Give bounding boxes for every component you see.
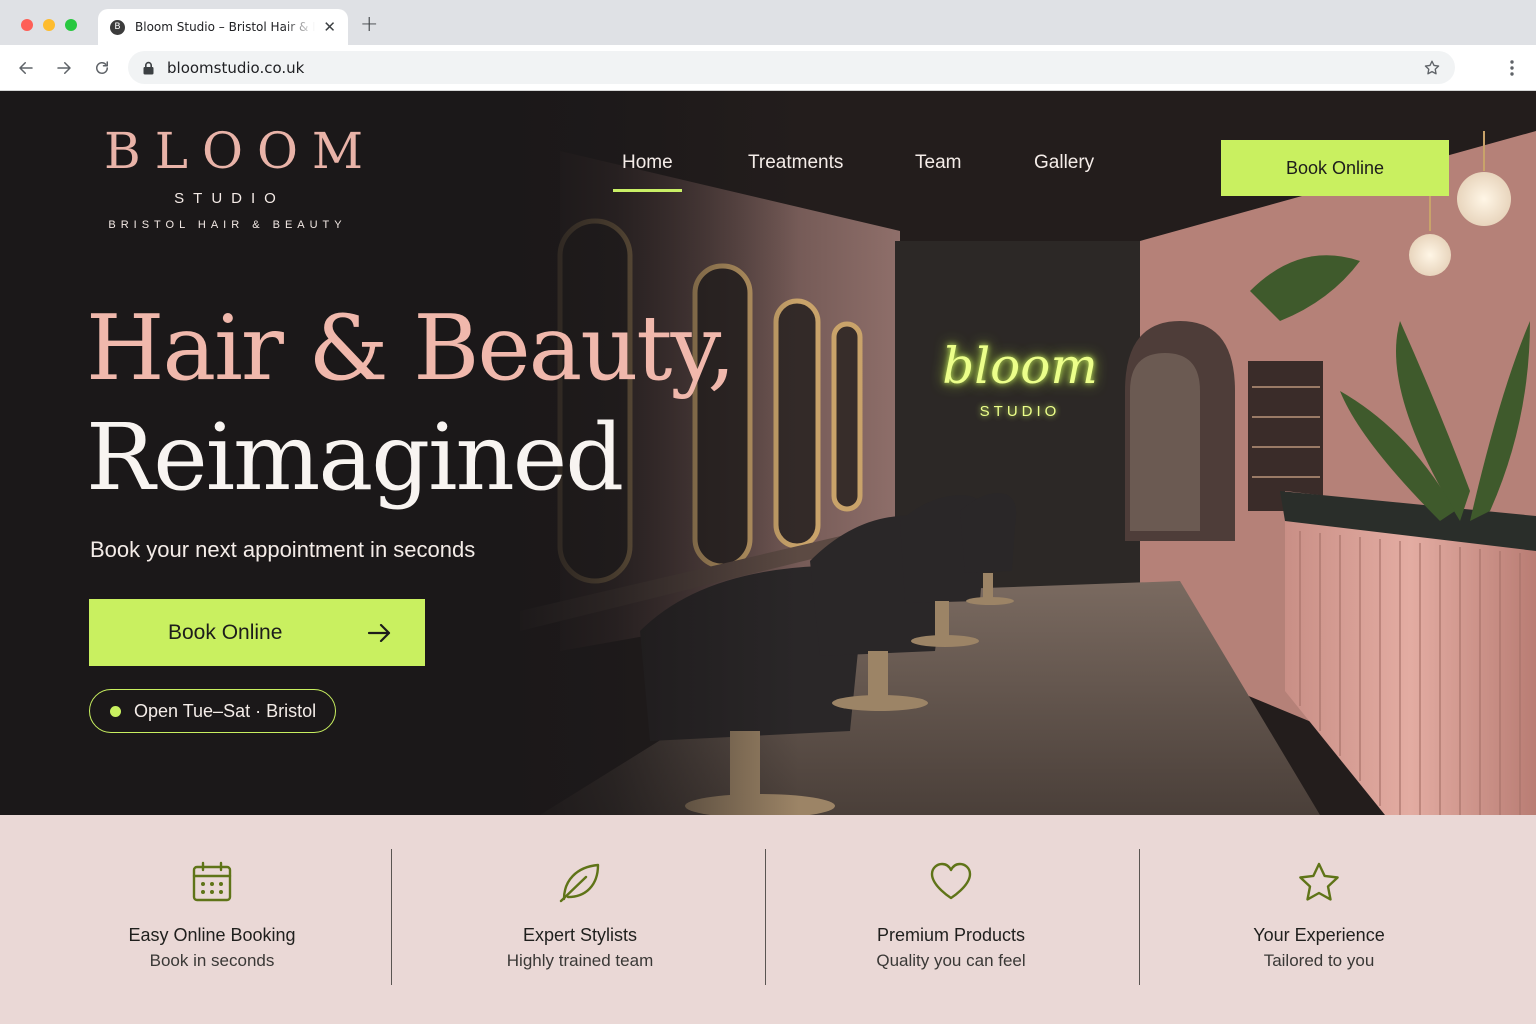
feature-description: Quality you can feel: [876, 951, 1026, 970]
star-icon[interactable]: [1423, 59, 1441, 77]
feature-title: Easy Online Booking: [128, 925, 296, 945]
feature-divider: [765, 849, 766, 985]
neon-sign-script: bloom: [942, 337, 1098, 395]
feature-your-experience: Your Experience Tailored to you: [1139, 815, 1499, 1024]
url-text[interactable]: bloomstudio.co.uk: [167, 59, 304, 77]
star-icon: [1299, 862, 1339, 901]
logo-tagline: BRISTOL HAIR & BEAUTY: [108, 219, 347, 231]
hero-subheading: Book your next appointment in seconds: [90, 537, 476, 562]
forward-icon[interactable]: [52, 56, 76, 80]
status-text: Open Tue–Sat · Bristol: [134, 700, 317, 721]
feature-expert-stylists: Expert Stylists Highly trained team: [400, 815, 760, 1024]
feature-divider: [391, 849, 392, 985]
brand-logo[interactable]: BLOOM STUDIO BRISTOL HAIR & BEAUTY: [90, 122, 378, 231]
window-minimize-dot[interactable]: [43, 19, 55, 31]
reload-icon[interactable]: [90, 56, 114, 80]
new-tab-icon[interactable]: +: [360, 14, 378, 36]
header-book-online-button[interactable]: Book Online: [1221, 140, 1449, 196]
window-maximize-dot[interactable]: [65, 19, 77, 31]
heart-icon: [930, 862, 972, 900]
open-status-dot: [110, 705, 121, 717]
logo-subtitle: STUDIO: [174, 190, 285, 207]
hero-book-online-button[interactable]: Book Online: [89, 599, 425, 666]
nav-gallery[interactable]: Gallery: [1034, 152, 1094, 174]
browser-tab[interactable]: B Bloom Studio – Bristol Hair & Beauty ✕: [98, 9, 348, 45]
back-icon[interactable]: [14, 56, 38, 80]
browser-chrome: B Bloom Studio – Bristol Hair & Beauty ✕…: [0, 0, 1536, 91]
hero-book-online-label: Book Online: [168, 620, 283, 644]
nav-team[interactable]: Team: [915, 152, 961, 174]
neon-sign-caption: STUDIO: [979, 403, 1061, 420]
calendar-icon: [192, 861, 232, 902]
feature-easy-booking: Easy Online Booking Book in seconds: [32, 815, 392, 1024]
window-close-dot[interactable]: [21, 19, 33, 31]
logo-wordmark: BLOOM: [104, 122, 378, 180]
browser-toolbar: bloomstudio.co.uk: [0, 45, 1536, 91]
feature-title: Expert Stylists: [522, 925, 638, 945]
hero-headline: Hair & Beauty, Reimagined: [86, 296, 736, 511]
tab-title: Bloom Studio – Bristol Hair & Beauty: [135, 20, 315, 34]
address-bar[interactable]: bloomstudio.co.uk: [128, 51, 1455, 84]
feature-title: Premium Products: [876, 925, 1026, 945]
feature-description: Book in seconds: [149, 951, 275, 970]
leaf-icon: [559, 863, 600, 903]
feature-premium-products: Premium Products Quality you can feel: [771, 815, 1131, 1024]
feature-description: Tailored to you: [1263, 951, 1375, 970]
menu-dots-icon[interactable]: [1500, 56, 1524, 80]
arrow-right-icon: [367, 623, 391, 642]
lock-icon: [142, 61, 155, 75]
feature-description: Highly trained team: [506, 951, 654, 970]
features-strip: Easy Online Booking Book in seconds Expe…: [0, 815, 1536, 1024]
nav-treatments[interactable]: Treatments: [748, 152, 843, 174]
feature-title: Your Experience: [1253, 925, 1385, 945]
headline-line-2: Reimagined: [86, 404, 624, 511]
status-badge: Open Tue–Sat · Bristol: [89, 689, 337, 733]
favicon-icon: B: [110, 19, 125, 35]
close-icon[interactable]: ✕: [323, 19, 336, 35]
nav-home[interactable]: Home: [613, 152, 682, 192]
headline-line-1: Hair & Beauty,: [86, 296, 736, 401]
neon-sign: bloom STUDIO: [940, 341, 1100, 420]
hero-section: bloom STUDIO BLOOM STUDIO BRISTOL HAIR &…: [0, 91, 1536, 815]
